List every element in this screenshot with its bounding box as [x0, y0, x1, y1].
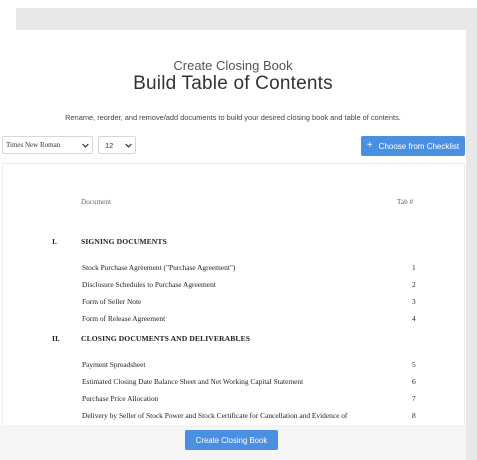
page-subtitle: Create Closing Book [173, 58, 293, 73]
toc-item-row[interactable]: Payment Spreadsheet 5 [3, 360, 464, 372]
toc-item-row[interactable]: Purchase Price Allocation 7 [3, 394, 464, 406]
chevron-down-icon [78, 137, 92, 153]
toc-item-row[interactable]: Stock Purchase Agreement ("Purchase Agre… [3, 263, 464, 275]
toc-item-name[interactable]: Delivery by Seller of Stock Power and St… [82, 411, 347, 420]
toc-section-header[interactable]: I. SIGNING DOCUMENTS [3, 237, 464, 249]
font-size-value: 12 [105, 140, 114, 150]
toc-item-row[interactable]: Form of Release Agreement 4 [3, 314, 464, 326]
toc-item-row[interactable]: Form of Seller Note 3 [3, 297, 464, 309]
toc-item-name[interactable]: Form of Release Agreement [82, 314, 165, 323]
section-title[interactable]: CLOSING DOCUMENTS AND DELIVERABLES [81, 334, 250, 343]
create-closing-book-button[interactable]: Create Closing Book [185, 430, 278, 450]
toc-item-tab-number: 2 [412, 280, 416, 289]
font-family-value: Times New Roman [6, 141, 61, 149]
toc-item-name[interactable]: Stock Purchase Agreement ("Purchase Agre… [82, 263, 235, 272]
toc-item-name[interactable]: Disclosure Schedules to Purchase Agreeme… [82, 280, 216, 289]
column-header-tab: Tab # [397, 198, 414, 206]
toc-item-tab-number: 5 [412, 360, 416, 369]
toc-item-row[interactable]: Delivery by Seller of Stock Power and St… [3, 411, 464, 423]
toc-item-row[interactable]: Disclosure Schedules to Purchase Agreeme… [3, 280, 464, 292]
plus-icon: + [366, 140, 373, 151]
choose-from-checklist-label: Choose from Checklist [378, 141, 460, 151]
section-number: I. [52, 237, 57, 246]
toc-item-name[interactable]: Payment Spreadsheet [82, 360, 145, 369]
chevron-down-icon [121, 137, 135, 153]
section-number: II. [52, 334, 60, 343]
toc-section-header[interactable]: II. CLOSING DOCUMENTS AND DELIVERABLES [3, 334, 464, 346]
toc-document-panel[interactable]: Document Tab # I. SIGNING DOCUMENTS Stock … [2, 163, 465, 425]
top-frame-band [16, 8, 477, 30]
section-title[interactable]: SIGNING DOCUMENTS [81, 237, 167, 246]
toc-item-tab-number: 6 [412, 377, 416, 386]
choose-from-checklist-button[interactable]: + Choose from Checklist [361, 136, 465, 156]
toc-item-name[interactable]: Purchase Price Allocation [82, 394, 158, 403]
toc-item-tab-number: 4 [412, 314, 416, 323]
toc-item-tab-number: 7 [412, 394, 416, 403]
toc-item-name[interactable]: Estimated Closing Date Balance Sheet and… [82, 377, 303, 386]
font-size-select[interactable]: 12 [98, 136, 136, 154]
toc-item-row[interactable]: Estimated Closing Date Balance Sheet and… [3, 377, 464, 389]
column-header-document: Document [81, 198, 111, 206]
right-frame-band [466, 8, 477, 460]
page-title: Build Table of Contents [133, 73, 333, 94]
instructions-text: Rename, reorder, and remove/add document… [65, 113, 401, 122]
toc-item-tab-number: 8 [412, 411, 416, 420]
toc-item-tab-number: 3 [412, 297, 416, 306]
font-family-select[interactable]: Times New Roman [2, 136, 93, 154]
toc-item-tab-number: 1 [412, 263, 416, 272]
toc-item-name[interactable]: Form of Seller Note [82, 297, 141, 306]
